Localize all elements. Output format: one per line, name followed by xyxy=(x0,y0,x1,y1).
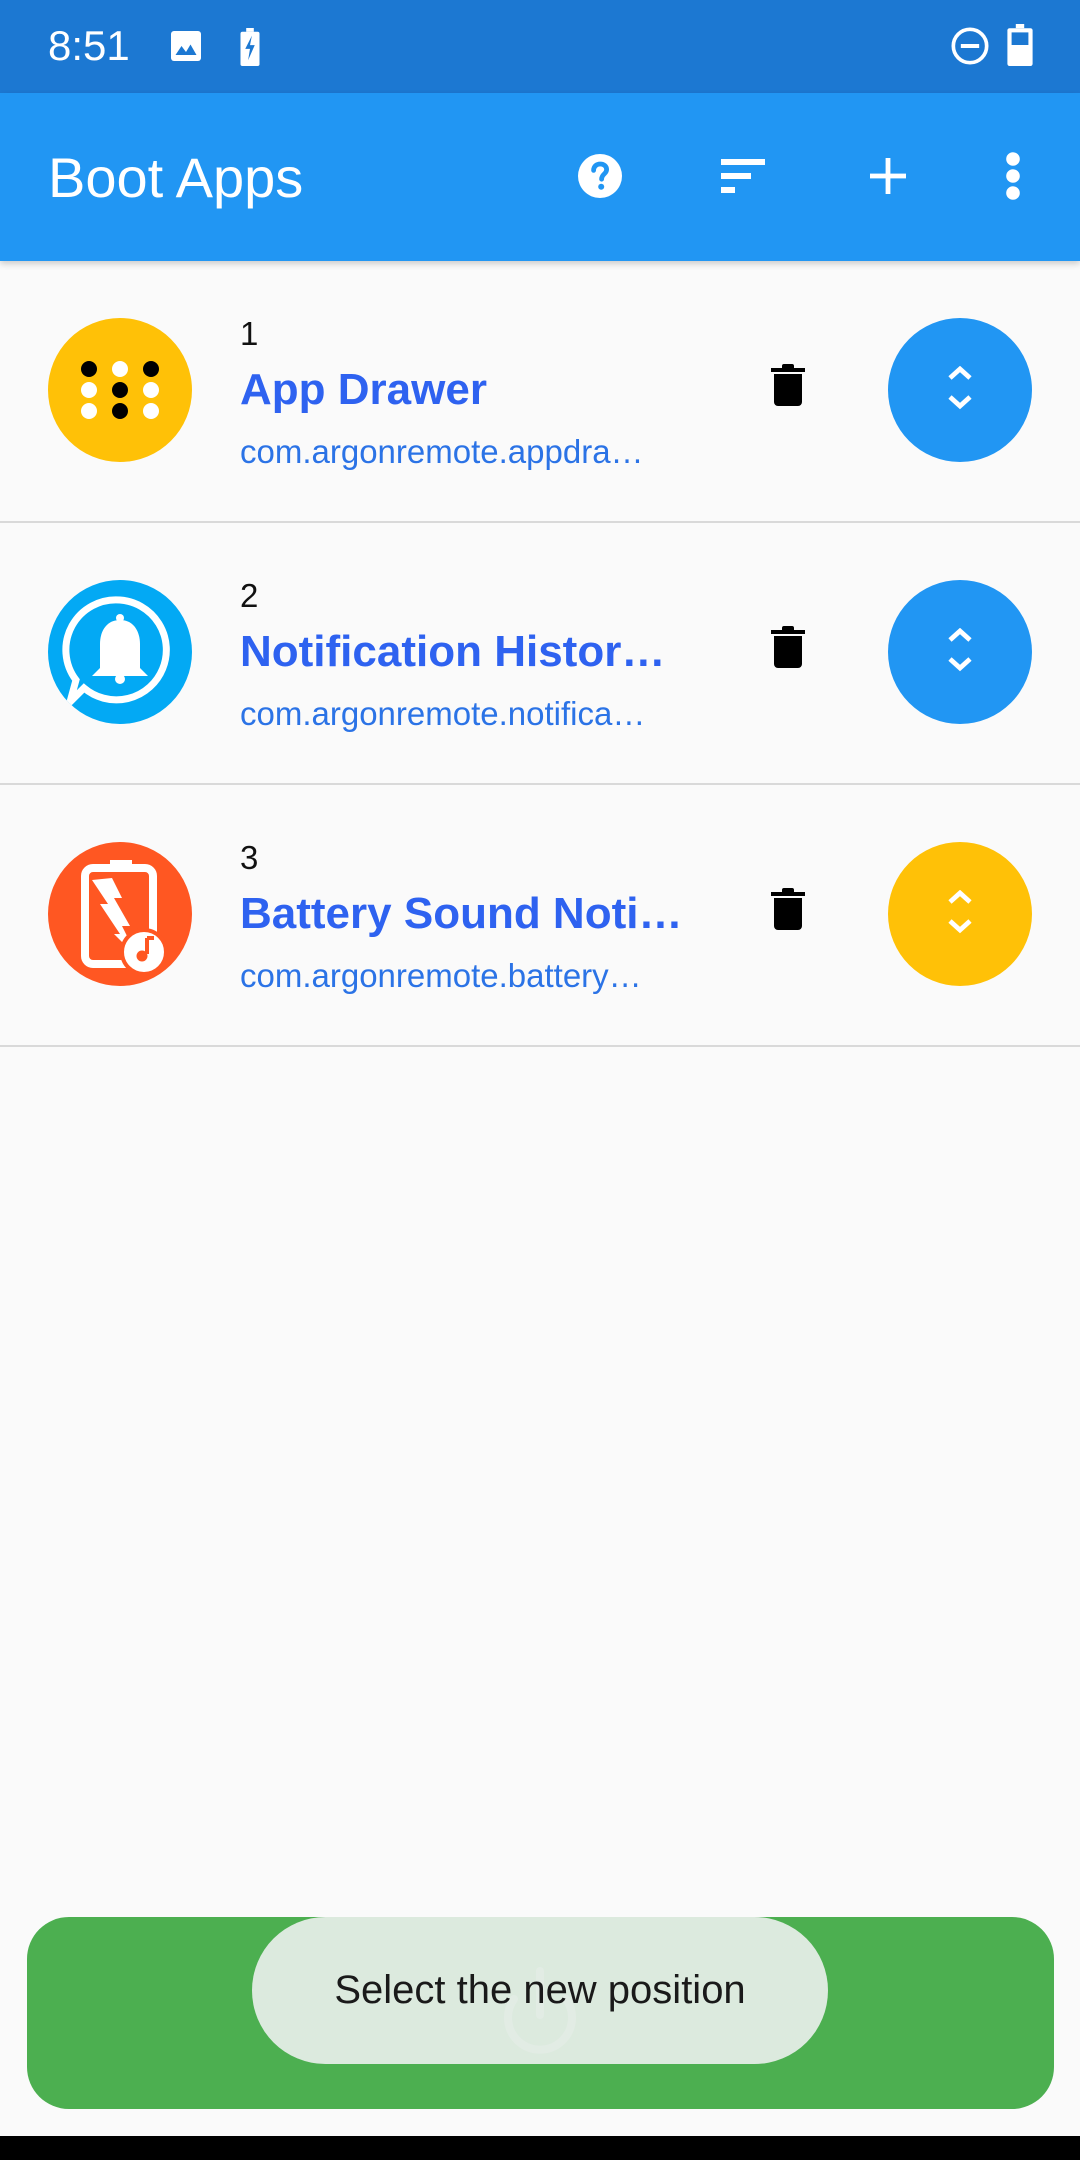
app-title: Boot Apps xyxy=(48,146,304,209)
drag-handle-icon xyxy=(947,889,973,939)
do-not-disturb-icon xyxy=(950,26,990,71)
sort-button[interactable] xyxy=(698,133,788,223)
delete-button[interactable] xyxy=(752,613,824,685)
help-icon xyxy=(576,152,624,205)
app-package: com.argonremote.battery… xyxy=(240,957,642,994)
reorder-handle[interactable] xyxy=(888,580,1032,724)
battery-charging-icon xyxy=(240,28,260,71)
toast-message: Select the new position xyxy=(252,1917,828,2064)
plus-icon xyxy=(870,157,906,199)
status-bar: 8:51 xyxy=(0,0,1080,93)
app-drawer-icon xyxy=(48,318,192,462)
battery-sound-icon xyxy=(48,842,192,986)
navigation-bar xyxy=(0,2136,1080,2160)
trash-icon xyxy=(771,363,805,411)
list-item[interactable]: 2 Notification Histor… com.argonremote.n… xyxy=(0,523,1080,785)
reorder-handle-selected[interactable] xyxy=(888,842,1032,986)
app-name: Battery Sound Noti… xyxy=(240,889,683,938)
delete-button[interactable] xyxy=(752,875,824,947)
list-item[interactable]: 3 Battery Sound Noti… com.argonremote.ba… xyxy=(0,785,1080,1047)
drag-handle-icon xyxy=(947,365,973,415)
status-time: 8:51 xyxy=(48,22,130,69)
battery-icon xyxy=(1007,24,1033,71)
app-index: 1 xyxy=(240,315,259,352)
reorder-handle[interactable] xyxy=(888,318,1032,462)
app-index: 3 xyxy=(240,839,259,876)
app-name: Notification Histor… xyxy=(240,627,666,676)
more-vert-icon xyxy=(1005,151,1021,206)
image-icon xyxy=(168,28,204,69)
more-options-button[interactable] xyxy=(968,133,1058,223)
app-package: com.argonremote.notifica… xyxy=(240,695,646,732)
boot-apps-list: 1 App Drawer com.argonremote.appdra… 2 N… xyxy=(0,261,1080,1047)
drag-handle-icon xyxy=(947,627,973,677)
app-bar: Boot Apps xyxy=(0,93,1080,261)
add-button[interactable] xyxy=(843,133,933,223)
app-package: com.argonremote.appdra… xyxy=(240,433,644,470)
app-name: App Drawer xyxy=(240,365,487,414)
delete-button[interactable] xyxy=(752,351,824,423)
help-button[interactable] xyxy=(555,133,645,223)
list-item[interactable]: 1 App Drawer com.argonremote.appdra… xyxy=(0,261,1080,523)
sort-icon xyxy=(721,158,765,198)
trash-icon xyxy=(771,887,805,935)
trash-icon xyxy=(771,625,805,673)
notification-bell-icon xyxy=(48,580,192,724)
app-index: 2 xyxy=(240,577,259,614)
